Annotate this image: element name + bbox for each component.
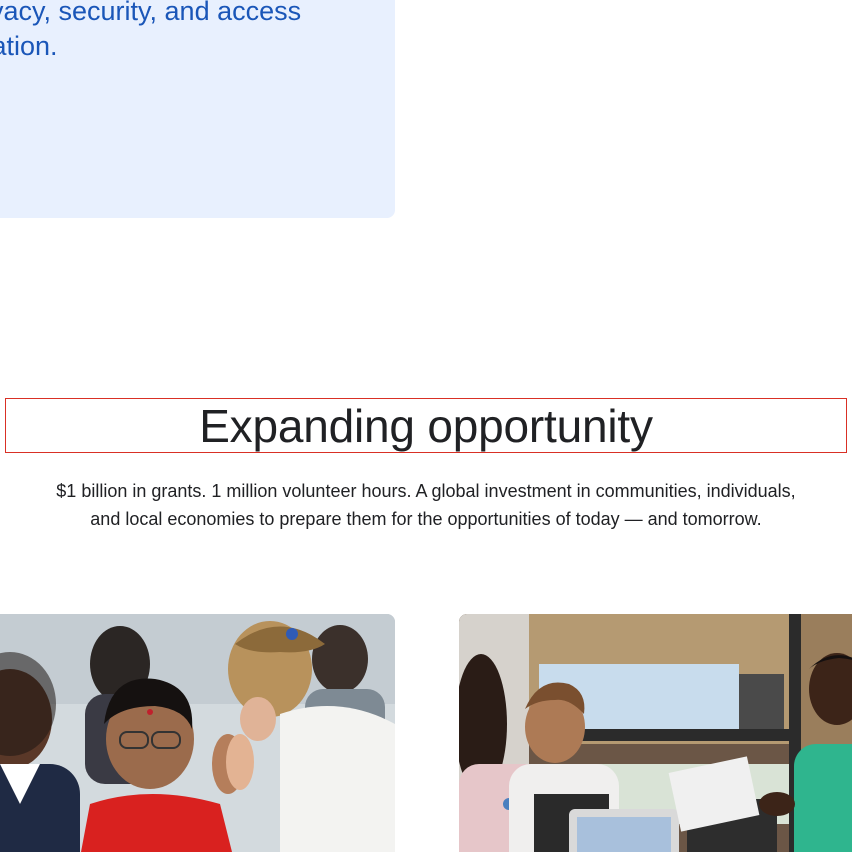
volunteer-photo-card[interactable] (0, 614, 395, 852)
students-photo-card[interactable] (459, 614, 852, 852)
students-with-laptops-photo (459, 614, 852, 852)
privacy-headline-line2: rmation. (0, 31, 58, 61)
section-title: Expanding opportunity (199, 399, 653, 452)
privacy-headline-line1: privacy, security, and access (0, 0, 302, 26)
privacy-card-headline: privacy, security, and access rmation. (0, 0, 390, 64)
privacy-card: privacy, security, and access rmation. e (0, 0, 395, 218)
section-description-line1: $1 billion in grants. 1 million voluntee… (56, 481, 796, 501)
section-title-highlight: Expanding opportunity (5, 398, 847, 453)
volunteer-high-five-photo (0, 614, 395, 852)
section-description-line2: and local economies to prepare them for … (90, 509, 762, 529)
section-description: $1 billion in grants. 1 million voluntee… (0, 477, 852, 533)
